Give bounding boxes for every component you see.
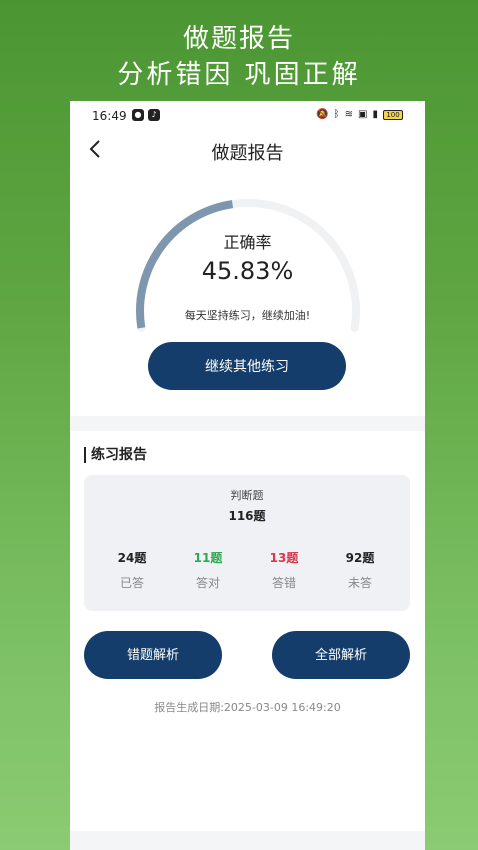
battery-icon: 100 — [383, 110, 403, 120]
nav-header: 做题报告 — [70, 131, 425, 171]
stat-value: 11题 — [193, 551, 223, 565]
motto-text: 每天坚持练习，继续加油! — [184, 309, 311, 322]
stat-label: 答对 — [195, 576, 220, 590]
phone-screen: 16:49 ● ♪ 🔕 ᛒ ≋ ▣ ▮ 100 做题报告 正确率 45.83% … — [70, 101, 425, 850]
bluetooth-icon: ᛒ — [333, 109, 340, 120]
hd-icon: ▣ — [358, 109, 368, 120]
stat-wrong: 13题 答错 — [254, 549, 314, 591]
stat-value: 13题 — [269, 551, 299, 565]
wifi-icon: ≋ — [344, 109, 354, 120]
mute-icon: 🔕 — [316, 109, 329, 120]
status-time: 16:49 — [92, 109, 127, 123]
wechat-icon: ● — [132, 109, 144, 121]
all-analysis-button[interactable]: 全部解析 — [272, 631, 410, 679]
accuracy-label: 正确率 — [223, 233, 272, 252]
stat-label: 已答 — [119, 576, 144, 590]
section-title: 练习报告 — [84, 447, 147, 463]
status-bar: 16:49 ● ♪ 🔕 ᛒ ≋ ▣ ▮ 100 — [70, 101, 425, 131]
promo-subtitle: 分析错因 巩固正解 — [117, 60, 361, 90]
wrong-analysis-button[interactable]: 错题解析 — [84, 631, 222, 679]
signal-icon: ▮ — [372, 109, 378, 120]
stat-label: 答错 — [271, 576, 296, 590]
generated-date: 报告生成日期:2025-03-09 16:49:20 — [154, 701, 341, 714]
continue-practice-button[interactable]: 继续其他练习 — [148, 342, 346, 390]
stat-unanswered: 92题 未答 — [330, 549, 390, 591]
page-title: 做题报告 — [211, 143, 284, 164]
stat-answered: 24题 已答 — [102, 549, 162, 591]
question-type: 判断题 — [230, 489, 264, 502]
accuracy-value: 45.83% — [201, 257, 294, 285]
stat-value: 92题 — [345, 551, 375, 565]
stats-panel: 判断题 116题 24题 已答 11题 答对 13题 答错 92题 未答 — [84, 475, 410, 611]
stat-correct: 11题 答对 — [178, 549, 238, 591]
stat-label: 未答 — [347, 576, 372, 590]
report-card: 练习报告 判断题 116题 24题 已答 11题 答对 13题 答错 92题 未… — [70, 431, 425, 831]
summary-card: 正确率 45.83% 每天坚持练习，继续加油! 继续其他练习 — [70, 171, 425, 416]
stat-value: 24题 — [117, 551, 147, 565]
promo-title: 做题报告 — [182, 24, 295, 54]
tiktok-icon: ♪ — [148, 109, 160, 121]
question-total: 116题 — [228, 509, 266, 523]
